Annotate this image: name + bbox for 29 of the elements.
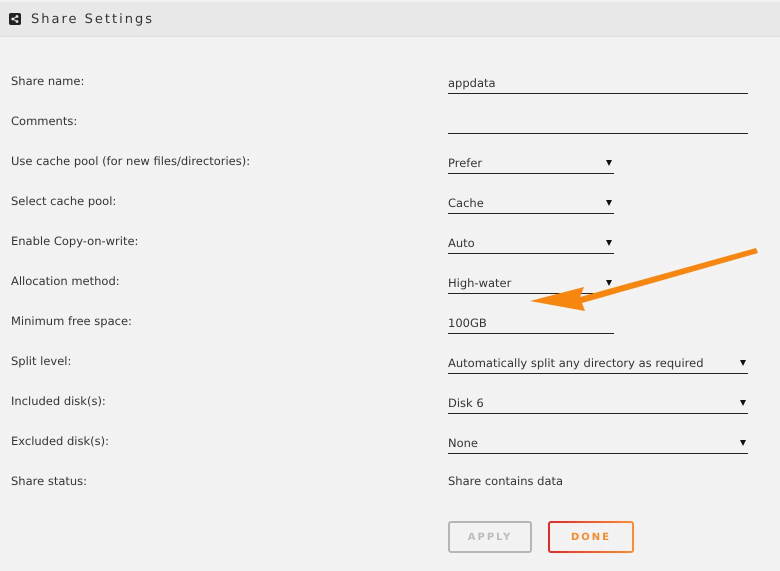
field-label: Select cache pool: xyxy=(11,194,116,208)
caret-icon xyxy=(740,440,746,446)
select-field[interactable]: Disk 6 xyxy=(448,393,748,414)
field-label: Share status: xyxy=(11,474,88,488)
field-label: Excluded disk(s): xyxy=(11,434,109,448)
field-label: Split level: xyxy=(11,354,72,368)
caret-icon xyxy=(740,400,746,406)
field-label: Use cache pool (for new files/directories): xyxy=(11,154,250,168)
field-label: Enable Copy-on-write: xyxy=(11,234,138,248)
page-title: Share Settings xyxy=(31,12,154,26)
select-field[interactable]: Cache xyxy=(448,193,614,214)
caret-icon xyxy=(740,360,746,366)
caret-icon xyxy=(606,280,612,286)
caret-icon xyxy=(606,200,612,206)
status-text: Share contains data xyxy=(448,474,564,488)
input-field[interactable]: 100GB xyxy=(448,313,614,334)
field-label: Allocation method: xyxy=(11,274,120,288)
select-field[interactable]: Auto xyxy=(448,233,614,254)
share-icon xyxy=(9,13,21,25)
select-field[interactable]: Automatically split any directory as required xyxy=(448,353,748,374)
caret-icon xyxy=(606,240,612,246)
input-field[interactable]: appdata xyxy=(448,73,748,94)
field-label: Share name: xyxy=(11,74,84,88)
select-field[interactable]: Prefer xyxy=(448,153,614,174)
caret-icon xyxy=(606,160,612,166)
field-label: Included disk(s): xyxy=(11,394,106,408)
field-label: Comments: xyxy=(11,114,78,128)
field-label: Minimum free space: xyxy=(11,314,132,328)
select-field[interactable]: None xyxy=(448,433,748,454)
